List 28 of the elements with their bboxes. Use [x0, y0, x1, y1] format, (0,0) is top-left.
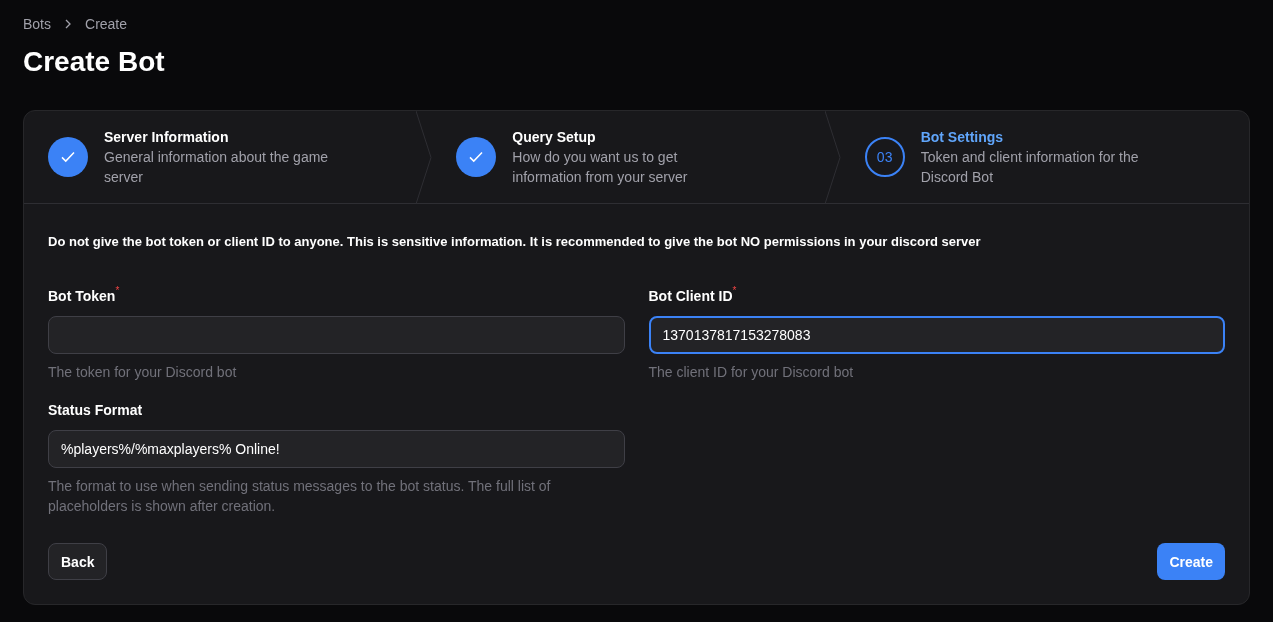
- field-label: Status Format: [48, 400, 143, 420]
- step-number: 03: [864, 137, 905, 177]
- input-field[interactable]: 1370137817153278083: [648, 315, 1225, 354]
- step-item[interactable]: Server Information General information about the game server: [24, 111, 417, 203]
- input-field[interactable]: [48, 315, 625, 354]
- step-item[interactable]: Query Setup How do you want us to get information from your server: [432, 111, 825, 203]
- breadcrumb-link[interactable]: Create: [85, 14, 128, 34]
- step-item[interactable]: 03 Bot Settings Token and client information for the Discord Bot: [840, 111, 1249, 203]
- help-text: The client ID for your Discord bot: [648, 362, 855, 382]
- required-mark: *: [115, 285, 120, 296]
- warning-text: Do not give the bot token or client ID to anyone. This is sensitive information. It is recommended to give the bot NO permissions in your discord server: [48, 233, 982, 251]
- field-label: Bot Token: [48, 287, 116, 306]
- help-text: The format to use when sending status messages to the bot status. The full list of placeholders is shown after creation.: [48, 476, 552, 516]
- step-description: How do you want us to get information from your server: [512, 148, 689, 187]
- step-description: General information about the game server: [104, 148, 330, 187]
- input-field[interactable]: %players%/%maxplayers% Online!: [48, 429, 625, 468]
- required-mark: *: [732, 285, 737, 296]
- step-title: Query Setup: [512, 128, 597, 147]
- page-title: Create Bot: [23, 45, 166, 79]
- breadcrumb-link[interactable]: Bots: [23, 14, 51, 34]
- help-text: The token for your Discord bot: [48, 362, 238, 382]
- back-button[interactable]: Back: [48, 543, 108, 580]
- step-title: Server Information: [104, 128, 230, 147]
- step-title: Bot Settings: [920, 128, 1005, 147]
- field-label: Bot Client ID: [648, 287, 733, 306]
- step-description: Token and client information for the Discord Bot: [920, 148, 1140, 187]
- create-button[interactable]: Create: [1157, 543, 1225, 580]
- chevron-right-icon: [63, 19, 73, 29]
